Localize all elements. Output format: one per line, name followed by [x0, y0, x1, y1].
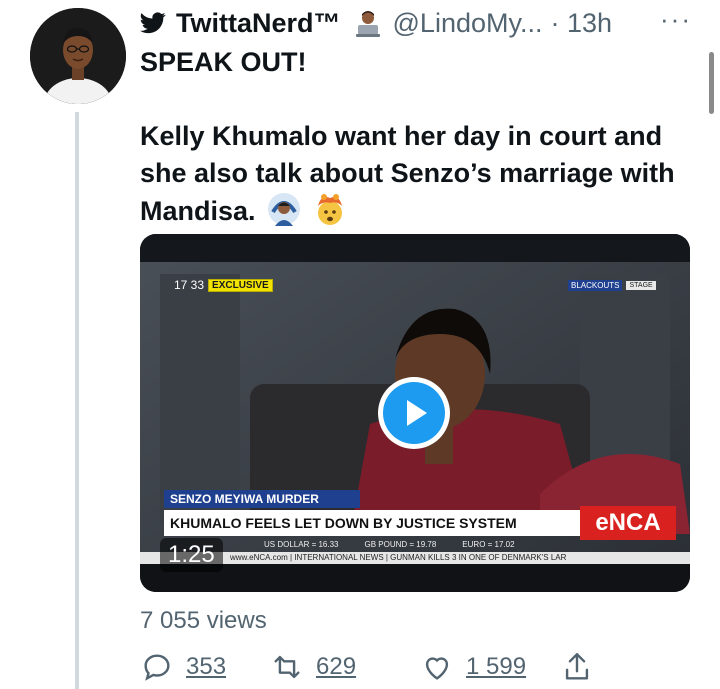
avatar[interactable]: [30, 8, 126, 104]
heart-icon: [425, 657, 449, 680]
technologist-emoji-icon: [355, 11, 380, 37]
video-duration: 1:25: [160, 538, 223, 572]
tweet-time[interactable]: · 13h: [550, 8, 612, 39]
retweet-icon: [274, 655, 300, 679]
reply-count[interactable]: 353: [186, 653, 226, 681]
news-banner-main: KHUMALO FEELS LET DOWN BY JUSTICE SYSTEM: [164, 510, 580, 536]
exclusive-tag: EXCLUSIVE: [208, 278, 273, 292]
play-button[interactable]: [378, 377, 450, 449]
reply-button[interactable]: 353: [140, 650, 270, 684]
tweet-text: SPEAK OUT! Kelly Khumalo want her day in…: [140, 44, 700, 230]
reply-icon: [144, 654, 170, 681]
ticker-rates: US DOLLAR = 16.33 GB POUND = 19.78 EURO …: [264, 540, 515, 549]
news-banner-top: SENZO MEYIWA MURDER: [164, 490, 360, 508]
author-name[interactable]: TwittaNerd™: [176, 8, 341, 39]
share-icon: [565, 653, 589, 680]
play-icon: [383, 382, 445, 444]
like-button[interactable]: 1 599: [420, 650, 560, 684]
like-count[interactable]: 1 599: [466, 653, 526, 681]
exploding-head-emoji-icon: [317, 194, 342, 225]
tweet-body-line: she also talk about Senzo’s marriage wit…: [140, 158, 675, 188]
tweet-body-line: Mandisa.: [140, 196, 256, 226]
enca-logo: eNCA: [580, 506, 676, 540]
scrollbar[interactable]: [709, 52, 714, 114]
tweet-headline: SPEAK OUT!: [140, 47, 307, 77]
author-handle[interactable]: @LindoMy...: [393, 8, 543, 39]
more-options-icon[interactable]: ···: [660, 4, 692, 35]
tweet-header: TwittaNerd™ @LindoMy... · 13h: [140, 6, 612, 40]
thread-line: [75, 112, 79, 689]
share-button[interactable]: [560, 650, 594, 684]
profile-photo: [30, 8, 126, 104]
view-count: 7 055 views: [140, 607, 267, 634]
tweet-body-line: Kelly Khumalo want her day in court and: [140, 121, 663, 151]
video-time-tag: 17 33 EXCLUSIVE: [174, 278, 273, 292]
video-player[interactable]: 17 33 EXCLUSIVE BLACKOUTS STAGE SENZO ME…: [140, 234, 690, 592]
stage-tag: STAGE: [626, 281, 656, 290]
retweet-count[interactable]: 629: [316, 653, 356, 681]
tweet-actions: 353 629 1 599: [140, 645, 594, 689]
person-gesturing-emoji-icon: [268, 193, 301, 226]
retweet-button[interactable]: 629: [270, 650, 420, 684]
blackouts-tag: BLACKOUTS STAGE: [568, 280, 656, 291]
twitter-bird-icon: [140, 12, 166, 34]
